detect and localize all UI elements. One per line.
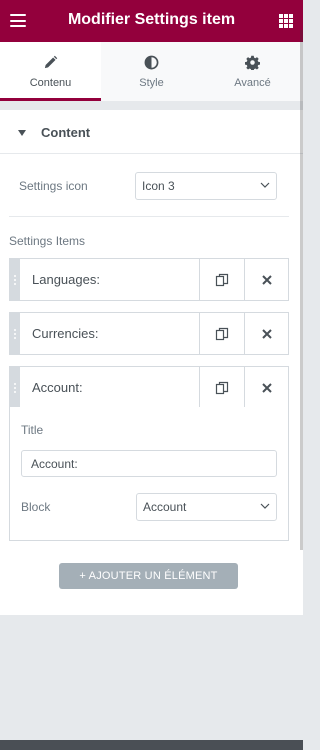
caret-down-icon xyxy=(18,130,26,136)
title-field-label: Title xyxy=(21,423,44,437)
scrollbar[interactable] xyxy=(300,30,303,550)
tab-avance[interactable]: Avancé xyxy=(202,42,303,101)
title-input[interactable]: Account: xyxy=(21,450,277,477)
copy-icon xyxy=(215,273,229,286)
close-icon xyxy=(262,274,272,285)
duplicate-button[interactable] xyxy=(199,259,244,300)
close-icon xyxy=(262,382,272,393)
drag-handle-icon[interactable] xyxy=(10,259,20,300)
chevron-down-icon xyxy=(260,182,270,188)
divider xyxy=(9,216,289,217)
section-toggle[interactable]: Content xyxy=(0,110,303,154)
pencil-icon xyxy=(0,55,101,73)
repeater-row-active[interactable]: Account: xyxy=(9,366,289,409)
copy-icon xyxy=(215,327,229,340)
block-select[interactable]: Account xyxy=(136,493,277,521)
tab-contenu-label: Contenu xyxy=(29,77,72,89)
tab-style[interactable]: Style xyxy=(101,42,202,101)
settings-icon-select[interactable]: Icon 3 xyxy=(135,172,277,200)
half-circle-icon xyxy=(101,55,202,73)
panel-title: Modifier Settings item xyxy=(67,11,236,28)
chevron-down-icon xyxy=(260,503,270,509)
settings-items-label: Settings Items xyxy=(9,234,86,248)
repeater-row[interactable]: Languages: xyxy=(9,258,289,301)
close-icon xyxy=(262,328,272,339)
row-title: Account: xyxy=(32,380,83,395)
copy-icon xyxy=(215,381,229,394)
remove-button[interactable] xyxy=(244,259,289,300)
remove-button[interactable] xyxy=(244,367,289,408)
row-title: Currencies: xyxy=(32,326,99,341)
editor-header: Modifier Settings item xyxy=(0,0,303,42)
repeater-row[interactable]: Currencies: xyxy=(9,312,289,355)
gear-icon xyxy=(202,55,303,73)
title-input-value: Account: xyxy=(31,457,78,471)
drag-handle-icon[interactable] xyxy=(10,313,20,354)
drag-handle-icon[interactable] xyxy=(10,367,20,408)
hamburger-icon[interactable] xyxy=(10,14,26,27)
settings-icon-value: Icon 3 xyxy=(142,179,175,193)
row-title: Languages: xyxy=(32,272,100,287)
tab-bar: Contenu Style Avancé xyxy=(0,42,303,101)
repeater-item-fields: Title Account: Block Account xyxy=(9,407,289,541)
bottom-bar xyxy=(0,740,303,750)
block-field-label: Block xyxy=(21,500,51,514)
content-panel: Content Settings icon Icon 3 Settings It… xyxy=(0,110,303,615)
remove-button[interactable] xyxy=(244,313,289,354)
block-select-value: Account xyxy=(143,500,187,514)
settings-icon-label: Settings icon xyxy=(19,179,88,193)
duplicate-button[interactable] xyxy=(199,313,244,354)
tab-contenu[interactable]: Contenu xyxy=(0,42,101,101)
tab-style-label: Style xyxy=(139,77,164,89)
grid-icon[interactable] xyxy=(279,14,293,28)
add-item-button[interactable]: + AJOUTER UN ÉLÉMENT xyxy=(59,563,238,589)
tab-avance-label: Avancé xyxy=(234,77,271,89)
section-title: Content xyxy=(41,125,91,140)
duplicate-button[interactable] xyxy=(199,367,244,408)
